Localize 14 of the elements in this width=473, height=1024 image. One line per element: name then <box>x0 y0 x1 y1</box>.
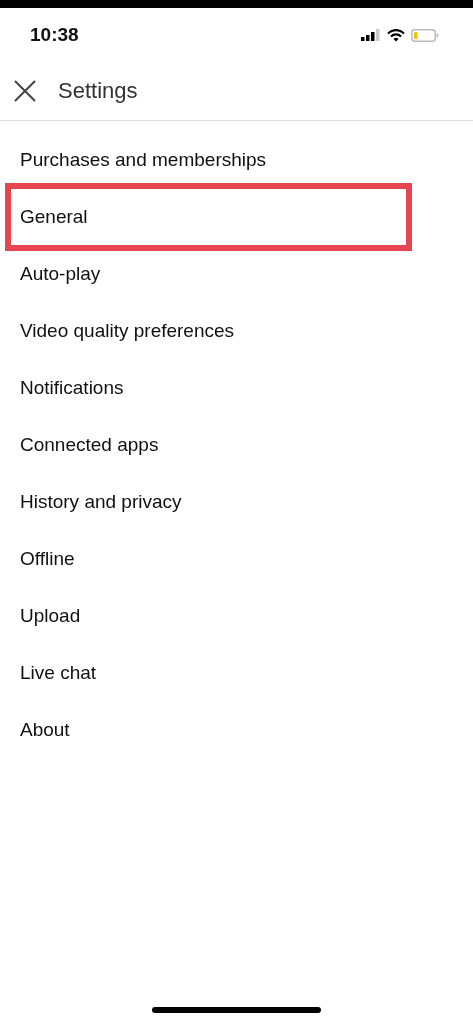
close-icon[interactable] <box>13 79 37 103</box>
page-title: Settings <box>58 78 138 104</box>
settings-item[interactable]: Connected apps <box>0 416 468 473</box>
settings-item[interactable]: Upload <box>0 587 468 644</box>
settings-item[interactable]: Offline <box>0 530 468 587</box>
settings-item[interactable]: Video quality preferences <box>0 302 468 359</box>
settings-item[interactable]: Notifications <box>0 359 468 416</box>
battery-icon <box>411 28 439 42</box>
settings-item[interactable]: About <box>0 701 468 758</box>
signal-icon <box>361 29 381 41</box>
status-time: 10:38 <box>30 24 79 46</box>
settings-item[interactable]: History and privacy <box>0 473 468 530</box>
wifi-icon <box>387 28 405 42</box>
settings-item[interactable]: Live chat <box>0 644 468 701</box>
